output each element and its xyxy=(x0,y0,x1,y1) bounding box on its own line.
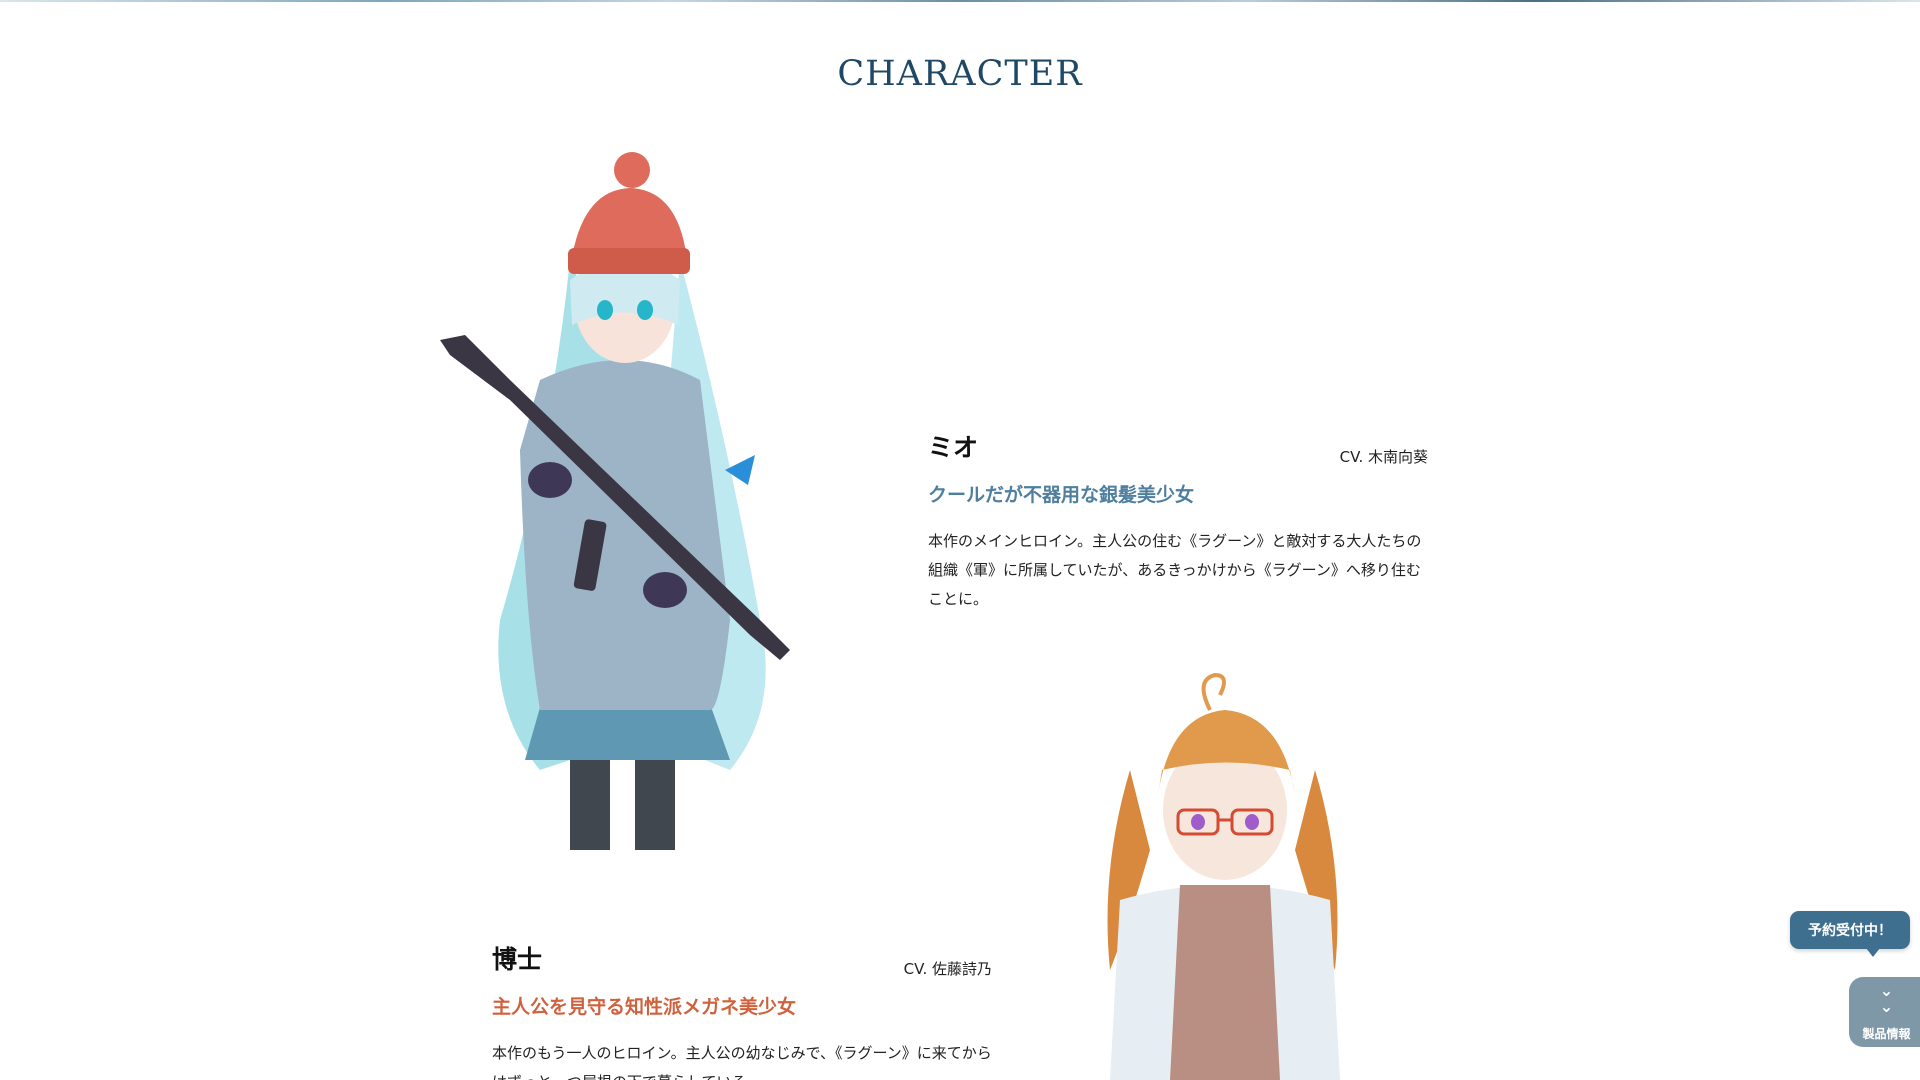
product-info-button[interactable]: ⌄ ⌄ 製品情報 xyxy=(1849,977,1920,1047)
character-description: 本作のメインヒロイン。主人公の住む《ラグーン》と敵対する大人たちの組織《軍》に所… xyxy=(928,532,1422,608)
character-cv: CV. 木南向葵 xyxy=(1339,448,1428,466)
reserve-open-badge[interactable]: 予約受付中！ xyxy=(1790,911,1910,957)
character-hakase: 博士 CV. 佐藤詩乃 主人公を見守る知性派メガネ美少女 本作のもう一人のヒロイ… xyxy=(492,940,992,1080)
character-page: CHARACTER ミオ CV. 木南向葵 クールだが不器用な銀髪美少女 本作の… xyxy=(0,0,1920,1080)
character-cv: CV. 佐藤詩乃 xyxy=(903,960,992,978)
character-catchphrase: クールだが不器用な銀髪美少女 xyxy=(928,484,1195,506)
double-chevron-down-icon: ⌄ ⌄ xyxy=(1879,980,1894,1016)
character-mio: ミオ CV. 木南向葵 クールだが不器用な銀髪美少女 本作のメインヒロイン。主人… xyxy=(928,428,1428,614)
character-catchphrase: 主人公を見守る知性派メガネ美少女 xyxy=(492,996,797,1018)
product-info-label: 製品情報 xyxy=(1862,1026,1911,1041)
character-description: 本作のもう一人のヒロイン。主人公の幼なじみで、《ラグーン》に来てからはずっと一つ… xyxy=(492,1044,992,1080)
mio-illustration xyxy=(440,152,790,850)
section-title: CHARACTER xyxy=(837,54,1083,94)
top-accent-bar xyxy=(0,0,1920,2)
hakase-illustration xyxy=(1107,672,1340,1080)
character-name: ミオ xyxy=(928,433,979,462)
character-name: 博士 xyxy=(492,945,543,974)
